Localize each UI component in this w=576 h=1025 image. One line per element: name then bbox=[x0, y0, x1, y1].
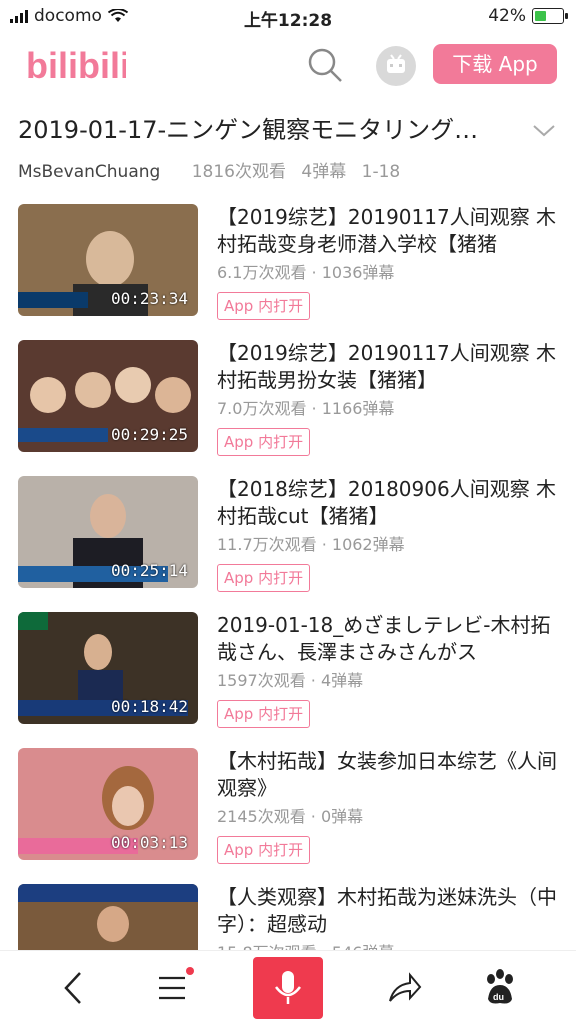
open-in-app-button[interactable]: App 内打开 bbox=[217, 428, 311, 456]
video-thumbnail[interactable]: 00:18:42 bbox=[18, 612, 198, 724]
notification-dot bbox=[186, 967, 194, 975]
video-title[interactable]: 【人类观察】木村拓哉为迷妹洗头（中字）：超感动 bbox=[217, 884, 557, 938]
video-stats: 2145次观看 · 0弹幕 bbox=[217, 807, 364, 826]
collection-meta: MsBevanChuang 1816次观看 4弹幕 1-18 bbox=[18, 160, 400, 184]
battery-percent: 42% bbox=[488, 6, 526, 26]
video-title[interactable]: 【木村拓哉】女装参加日本综艺《人间观察》 bbox=[217, 748, 557, 802]
video-thumbnail[interactable]: 00:23:34 bbox=[18, 204, 198, 316]
view-count: 1816次观看 bbox=[191, 162, 286, 182]
avatar[interactable] bbox=[376, 46, 416, 86]
video-title[interactable]: 【2019综艺】20190117人间观察 木村拓哉男扮女装【猪猪】 bbox=[217, 340, 557, 394]
collection-title-row[interactable]: 2019-01-17-ニンゲン観察モニタリング… bbox=[18, 112, 558, 148]
video-stats: 7.0万次观看 · 1166弹幕 bbox=[217, 399, 395, 418]
video-title[interactable]: 【2019综艺】20190117人间观察 木村拓哉变身老师潜入学校【猪猪 bbox=[217, 204, 557, 258]
video-duration: 00:29:25 bbox=[110, 425, 188, 444]
video-stats: 1597次观看 · 4弹幕 bbox=[217, 671, 364, 690]
microphone-icon bbox=[275, 971, 301, 1004]
open-in-app-button[interactable]: App 内打开 bbox=[217, 292, 311, 320]
video-title[interactable]: 2019-01-18_めざましテレビ-木村拓哉さん、長澤まさみさんがス bbox=[217, 612, 557, 666]
video-thumbnail[interactable]: 00:03:13 bbox=[18, 748, 198, 860]
search-icon[interactable] bbox=[306, 46, 344, 84]
open-in-app-button[interactable]: App 内打开 bbox=[217, 700, 311, 728]
chevron-down-icon[interactable] bbox=[530, 118, 558, 142]
video-title[interactable]: 【2018综艺】20180906人间观察 木村拓哉cut【猪猪】 bbox=[217, 476, 557, 530]
video-thumbnail[interactable]: 00:29:25 bbox=[18, 340, 198, 452]
author-name[interactable]: MsBevanChuang bbox=[18, 162, 160, 182]
menu-icon[interactable] bbox=[156, 961, 188, 1015]
list-item[interactable]: 00:29:25 【2019综艺】20190117人间观察 木村拓哉男扮女装【猪… bbox=[18, 340, 558, 456]
video-duration: 00:23:34 bbox=[110, 289, 188, 308]
svg-text:bilibili: bilibili bbox=[26, 45, 126, 86]
download-app-button[interactable]: 下载 App bbox=[433, 44, 557, 84]
page-title: 2019-01-17-ニンゲン観察モニタリング… bbox=[18, 116, 479, 144]
list-item[interactable]: 00:03:13 【木村拓哉】女装参加日本综艺《人间观察》 2145次观看 · … bbox=[18, 748, 558, 864]
back-arrow-icon[interactable] bbox=[58, 961, 88, 1015]
list-item[interactable]: 00:25:14 【2018综艺】20180906人间观察 木村拓哉cut【猪猪… bbox=[18, 476, 558, 592]
battery-icon bbox=[532, 8, 568, 24]
video-duration: 00:18:42 bbox=[110, 697, 188, 716]
baidu-paw-icon[interactable]: du bbox=[480, 961, 520, 1015]
video-stats: 11.7万次观看 · 1062弹幕 bbox=[217, 535, 405, 554]
open-in-app-button[interactable]: App 内打开 bbox=[217, 836, 311, 864]
app-header: bilibili 下载 App bbox=[0, 34, 576, 96]
share-icon[interactable] bbox=[386, 961, 422, 1015]
video-duration: 00:25:14 bbox=[110, 561, 188, 580]
danmaku-count: 4弹幕 bbox=[301, 162, 347, 182]
svg-text:du: du bbox=[493, 992, 504, 1002]
bottom-toolbar: du bbox=[0, 950, 576, 1025]
list-item[interactable]: 00:18:42 2019-01-18_めざましテレビ-木村拓哉さん、長澤まさみ… bbox=[18, 612, 558, 728]
status-bar: docomo 上午12:28 42% bbox=[0, 0, 576, 34]
list-item[interactable]: 00:23:34 【2019综艺】20190117人间观察 木村拓哉变身老师潜入… bbox=[18, 204, 558, 320]
episode-range: 1-18 bbox=[361, 162, 401, 182]
bilibili-logo[interactable]: bilibili bbox=[26, 42, 130, 92]
video-duration: 00:03:13 bbox=[110, 833, 188, 852]
video-stats: 6.1万次观看 · 1036弹幕 bbox=[217, 263, 395, 282]
video-thumbnail[interactable]: 00:25:14 bbox=[18, 476, 198, 588]
open-in-app-button[interactable]: App 内打开 bbox=[217, 564, 311, 592]
voice-search-button[interactable] bbox=[253, 957, 323, 1019]
